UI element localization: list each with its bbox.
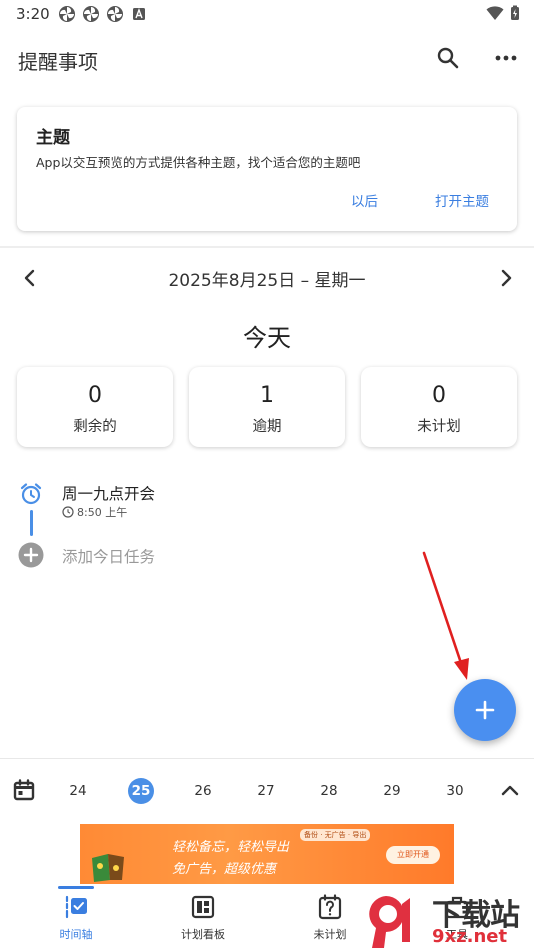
- page-title: 提醒事项: [18, 50, 98, 74]
- watermark-url: 9xz.net: [432, 926, 508, 947]
- notification-icons: [58, 5, 148, 23]
- later-button[interactable]: 以后: [351, 190, 378, 210]
- week-day[interactable]: 27: [252, 779, 280, 803]
- clock-icon: [62, 506, 74, 518]
- task-time: 8:50 上午: [77, 506, 128, 519]
- week-strip: 24 25 26 27 28 29 30: [0, 758, 534, 820]
- site-watermark: 下载站 9xz.net: [362, 886, 534, 950]
- theme-card-title: 主题: [36, 128, 70, 148]
- tab-label: 计划看板: [181, 928, 225, 941]
- wifi-icon: [486, 6, 504, 20]
- add-circle-icon[interactable]: [18, 542, 44, 568]
- unplanned-stat-card[interactable]: 0 未计划: [361, 367, 517, 447]
- ad-headline: 轻松备忘，轻松导出: [172, 840, 290, 855]
- current-date[interactable]: 2025年8月25日 – 星期一: [0, 266, 534, 291]
- add-task-input[interactable]: 添加今日任务: [62, 545, 155, 567]
- question-calendar-icon: [318, 894, 342, 920]
- timeline-icon: [65, 895, 87, 919]
- ad-tags: 备份 · 无广告 · 导出: [300, 829, 371, 841]
- tab-timeline[interactable]: 时间轴: [32, 894, 120, 942]
- chevron-up-icon[interactable]: [498, 779, 522, 803]
- tab-unplanned[interactable]: 未计划: [286, 894, 374, 942]
- week-day[interactable]: 29: [378, 779, 406, 803]
- plus-icon: [475, 700, 495, 720]
- stat-label: 未计划: [417, 419, 461, 435]
- gift-bag-icon: [92, 854, 124, 882]
- week-day-selected[interactable]: 25: [128, 778, 154, 804]
- active-tab-indicator: [58, 886, 94, 889]
- overdue-stat-card[interactable]: 1 逾期: [189, 367, 345, 447]
- watermark-logo-icon: [369, 896, 410, 948]
- add-task-fab[interactable]: [454, 679, 516, 741]
- stat-label: 逾期: [252, 419, 282, 435]
- week-day[interactable]: 26: [189, 779, 217, 803]
- stat-value: 1: [260, 383, 274, 408]
- stat-value: 0: [88, 383, 102, 408]
- stat-label: 剩余的: [73, 419, 117, 435]
- pinwheel-icon: [83, 6, 99, 22]
- pinwheel-icon: [107, 6, 123, 22]
- a-icon: [133, 8, 145, 20]
- task-time-row: 8:50 上午: [62, 504, 127, 520]
- app-bar: 提醒事项: [0, 28, 534, 88]
- pinwheel-icon: [59, 6, 75, 22]
- date-navigator: 2025年8月25日 – 星期一: [0, 258, 534, 298]
- more-icon[interactable]: [492, 44, 520, 72]
- week-day[interactable]: 30: [441, 779, 469, 803]
- week-day[interactable]: 28: [315, 779, 343, 803]
- calendar-icon[interactable]: [12, 778, 36, 802]
- remaining-stat-card[interactable]: 0 剩余的: [17, 367, 173, 447]
- task-title[interactable]: 周一九点开会: [62, 482, 155, 504]
- alarm-icon: [20, 483, 42, 505]
- tab-label: 时间轴: [59, 928, 93, 941]
- battery-icon: [511, 5, 519, 20]
- week-day[interactable]: 24: [64, 779, 92, 803]
- ad-subline: 免广告，超级优惠: [172, 862, 277, 877]
- chevron-right-icon[interactable]: [494, 266, 518, 290]
- tab-plan-board[interactable]: 计划看板: [159, 894, 247, 942]
- stat-value: 0: [432, 383, 446, 408]
- ad-banner[interactable]: 轻松备忘，轻松导出 免广告，超级优惠 备份 · 无广告 · 导出 立即开通: [80, 824, 454, 884]
- status-right-icons: [486, 5, 520, 21]
- theme-promo-card: 主题 App以交互预览的方式提供各种主题，找个适合您的主题吧 以后 打开主题: [17, 107, 517, 231]
- search-icon[interactable]: [434, 44, 462, 72]
- status-bar: 3:20: [0, 0, 534, 28]
- timeline-connector: [30, 510, 33, 536]
- status-time: 3:20: [16, 5, 50, 23]
- tab-label: 未计划: [313, 928, 347, 941]
- divider: [0, 246, 534, 248]
- open-theme-button[interactable]: 打开主题: [435, 190, 489, 210]
- theme-card-description: App以交互预览的方式提供各种主题，找个适合您的主题吧: [36, 155, 361, 170]
- board-icon: [191, 895, 215, 919]
- ad-cta-button[interactable]: 立即开通: [386, 846, 440, 864]
- today-heading: 今天: [243, 324, 291, 352]
